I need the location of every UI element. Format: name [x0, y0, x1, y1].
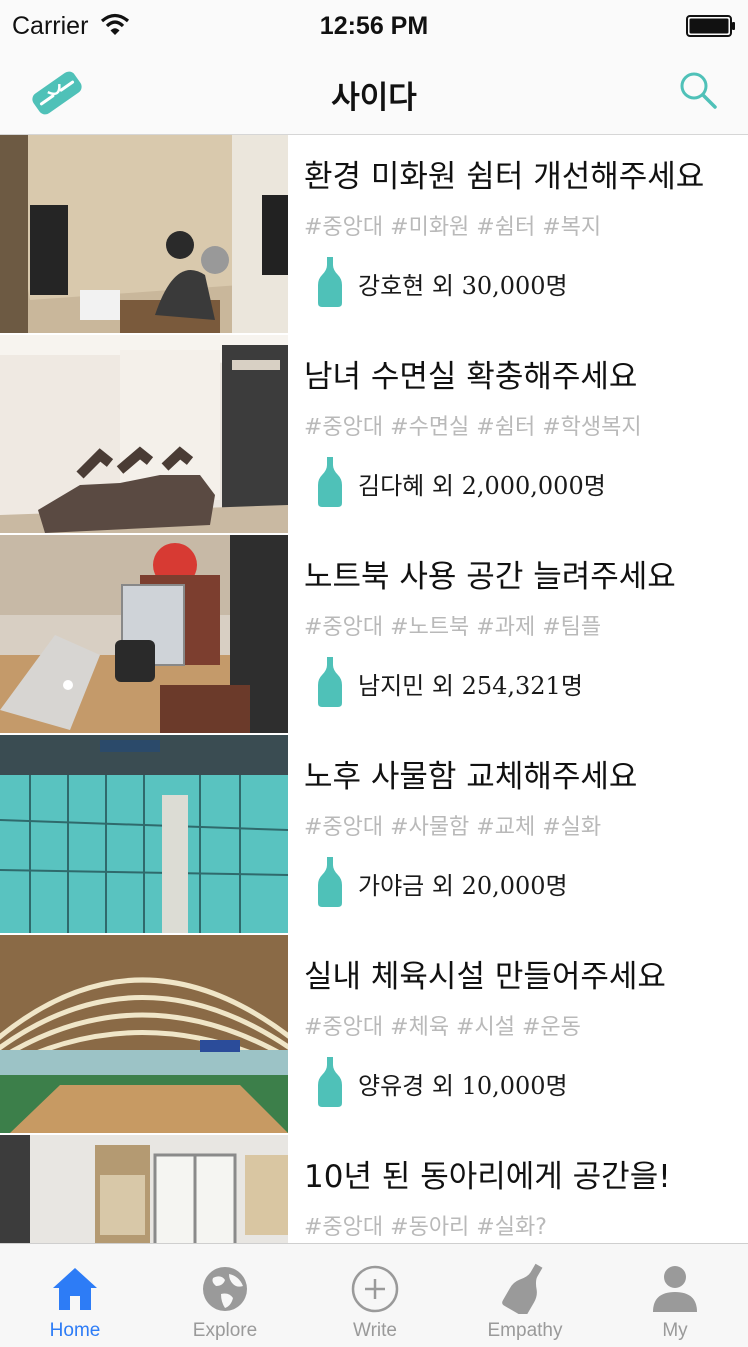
- tab-home[interactable]: Home: [0, 1244, 150, 1347]
- bottle-icon: [318, 857, 342, 907]
- post-thumbnail: [0, 735, 288, 933]
- navigation-bar: 사이다: [0, 56, 748, 135]
- bottle-icon: [318, 1057, 342, 1107]
- post-tags: #중앙대 #노트북 #과제 #팀플: [304, 615, 602, 640]
- post-title[interactable]: 10년 된 동아리에게 공간을!: [304, 1151, 671, 1196]
- post-title[interactable]: 실내 체육시설 만들어주세요: [304, 951, 666, 996]
- tab-label: Write: [353, 1320, 397, 1341]
- plus-circle-icon: [351, 1265, 399, 1313]
- clock: 12:56 PM: [319, 12, 429, 40]
- post-thumbnail: [0, 935, 288, 1133]
- post-row[interactable]: 남녀 수면실 확충해주세요 #중앙대 #수면실 #쉼터 #학생복지 김다혜 외 …: [0, 335, 748, 536]
- tab-bar: Home Explore Write Empathy My: [0, 1243, 748, 1347]
- tab-write[interactable]: Write: [300, 1244, 450, 1347]
- tab-my[interactable]: My: [600, 1244, 748, 1347]
- person-icon: [653, 1266, 697, 1312]
- empathy-count: 김다혜 외 2,000,000명: [358, 472, 606, 500]
- empathy-count: 강호현 외 30,000명: [358, 272, 568, 300]
- post-title[interactable]: 노트북 사용 공간 늘려주세요: [304, 551, 676, 596]
- bottle-icon: [318, 657, 342, 707]
- post-thumbnail: [0, 135, 288, 333]
- post-row[interactable]: 실내 체육시설 만들어주세요 #중앙대 #체육 #시설 #운동 양유경 외 10…: [0, 935, 748, 1136]
- tab-label: My: [662, 1320, 688, 1341]
- post-title[interactable]: 남녀 수면실 확충해주세요: [304, 351, 637, 396]
- battery-icon: [686, 15, 735, 37]
- post-tags: #중앙대 #수면실 #쉼터 #학생복지: [304, 415, 642, 440]
- post-row[interactable]: 10년 된 동아리에게 공간을! #중앙대 #동아리 #실화?: [0, 1135, 748, 1243]
- post-tags: #중앙대 #동아리 #실화?: [304, 1215, 547, 1240]
- tab-label: Empathy: [487, 1320, 563, 1341]
- post-row[interactable]: 노트북 사용 공간 늘려주세요 #중앙대 #노트북 #과제 #팀플 남지민 외 …: [0, 535, 748, 736]
- bottle-icon: [318, 457, 342, 507]
- tab-label: Explore: [192, 1320, 258, 1341]
- post-title[interactable]: 노후 사물함 교체해주세요: [304, 751, 637, 796]
- post-thumbnail: [0, 535, 288, 733]
- tab-empathy[interactable]: Empathy: [450, 1244, 600, 1347]
- tab-explore[interactable]: Explore: [150, 1244, 300, 1347]
- globe-icon: [203, 1267, 247, 1311]
- home-icon: [53, 1268, 97, 1310]
- page-title: 사이다: [331, 80, 417, 116]
- empathy-count: 남지민 외 254,321명: [358, 672, 583, 700]
- post-row[interactable]: 노후 사물함 교체해주세요 #중앙대 #사물함 #교체 #실화 가야금 외 20…: [0, 735, 748, 936]
- bottle-icon: [318, 257, 342, 307]
- post-tags: #중앙대 #체육 #시설 #운동: [304, 1015, 581, 1040]
- post-tags: #중앙대 #사물함 #교체 #실화: [304, 815, 602, 840]
- post-title[interactable]: 환경 미화원 쉼터 개선해주세요: [304, 151, 704, 196]
- post-thumbnail: [0, 1135, 288, 1243]
- post-list[interactable]: 환경 미화원 쉼터 개선해주세요 #중앙대 #미화원 #쉼터 #복지 강호현 외…: [0, 135, 748, 1243]
- search-icon[interactable]: [676, 68, 720, 112]
- post-thumbnail: [0, 335, 288, 533]
- post-row[interactable]: 환경 미화원 쉼터 개선해주세요 #중앙대 #미화원 #쉼터 #복지 강호현 외…: [0, 135, 748, 336]
- bottle-icon: [502, 1263, 543, 1314]
- tab-label: Home: [49, 1320, 101, 1341]
- empathy-count: 양유경 외 10,000명: [358, 1072, 568, 1100]
- empathy-count: 가야금 외 20,000명: [358, 872, 568, 900]
- status-bar: Carrier 12:56 PM: [0, 0, 748, 56]
- post-tags: #중앙대 #미화원 #쉼터 #복지: [304, 215, 602, 240]
